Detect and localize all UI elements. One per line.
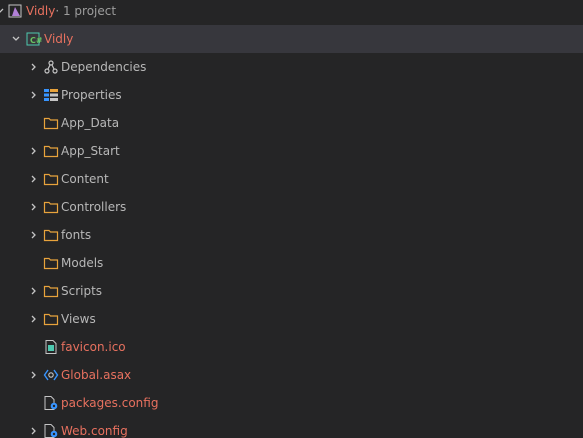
- tree-item-label: packages.config: [61, 396, 159, 410]
- csharp-project-icon: C#: [26, 31, 42, 47]
- dependencies-icon: [43, 59, 59, 75]
- solution-explorer-tree: Vidly · 1 project C# Vidly Dependencies …: [0, 0, 583, 438]
- chevron-right-icon[interactable]: [28, 61, 40, 73]
- tree-item-label: favicon.ico: [61, 340, 126, 354]
- chevron-right-icon[interactable]: [28, 285, 40, 297]
- svg-text:C#: C#: [30, 36, 42, 45]
- tree-item-packages-config[interactable]: packages.config: [0, 389, 583, 417]
- tree-item-controllers[interactable]: Controllers: [0, 193, 583, 221]
- folder-icon: [43, 143, 59, 159]
- tree-item-label: Properties: [61, 88, 122, 102]
- chevron-down-icon[interactable]: [10, 33, 22, 45]
- tree-item-app-data[interactable]: App_Data: [0, 109, 583, 137]
- folder-icon: [43, 283, 59, 299]
- tree-item-label: Dependencies: [61, 60, 147, 74]
- tree-item-label: Web.config: [61, 424, 128, 438]
- tree-item-label: App_Data: [61, 116, 120, 130]
- tree-item-app-start[interactable]: App_Start: [0, 137, 583, 165]
- tree-item-content[interactable]: Content: [0, 165, 583, 193]
- config-file-icon: [43, 395, 59, 411]
- web-file-icon: [43, 367, 59, 383]
- folder-icon: [43, 255, 59, 271]
- chevron-right-icon[interactable]: [28, 89, 40, 101]
- properties-icon: [43, 87, 59, 103]
- solution-project-count: · 1 project: [55, 4, 117, 18]
- image-file-icon: [43, 339, 59, 355]
- tree-item-label: Scripts: [61, 284, 103, 298]
- folder-icon: [43, 311, 59, 327]
- config-file-icon: [43, 423, 59, 438]
- chevron-down-icon[interactable]: [0, 5, 6, 17]
- chevron-right-icon[interactable]: [28, 145, 40, 157]
- folder-icon: [43, 171, 59, 187]
- tree-item-fonts[interactable]: fonts: [0, 221, 583, 249]
- tree-item-label: Controllers: [61, 200, 127, 214]
- tree-item-label: Views: [61, 312, 96, 326]
- folder-icon: [43, 115, 59, 131]
- tree-item-label: App_Start: [61, 144, 120, 158]
- tree-item-views[interactable]: Views: [0, 305, 583, 333]
- chevron-right-icon[interactable]: [28, 313, 40, 325]
- chevron-right-icon[interactable]: [28, 425, 40, 437]
- tree-item-label: Models: [61, 256, 104, 270]
- tree-item-label: Global.asax: [61, 368, 132, 382]
- solution-icon: [8, 3, 24, 19]
- solution-node[interactable]: Vidly · 1 project: [0, 0, 583, 25]
- chevron-right-icon[interactable]: [28, 369, 40, 381]
- folder-icon: [43, 199, 59, 215]
- chevron-right-icon[interactable]: [28, 173, 40, 185]
- tree-item-properties[interactable]: Properties: [0, 81, 583, 109]
- tree-item-global-asax[interactable]: Global.asax: [0, 361, 583, 389]
- project-node[interactable]: C# Vidly: [0, 25, 583, 53]
- chevron-right-icon[interactable]: [28, 201, 40, 213]
- tree-item-label: fonts: [61, 228, 92, 242]
- folder-icon: [43, 227, 59, 243]
- tree-item-web-config[interactable]: Web.config: [0, 417, 583, 438]
- tree-item-dependencies[interactable]: Dependencies: [0, 53, 583, 81]
- tree-item-scripts[interactable]: Scripts: [0, 277, 583, 305]
- tree-item-favicon[interactable]: favicon.ico: [0, 333, 583, 361]
- tree-item-label: Content: [61, 172, 109, 186]
- chevron-right-icon[interactable]: [28, 229, 40, 241]
- tree-item-models[interactable]: Models: [0, 249, 583, 277]
- solution-name: Vidly: [26, 4, 56, 18]
- project-name: Vidly: [44, 32, 74, 46]
